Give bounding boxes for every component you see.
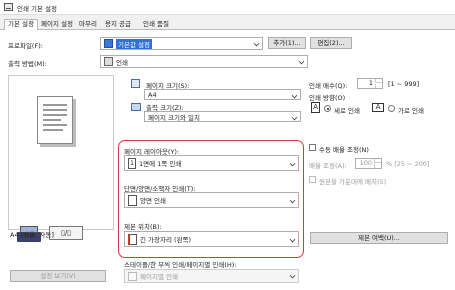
landscape-icon: A: [372, 103, 384, 112]
layout-icon: 1: [128, 157, 136, 169]
profile-icon: [104, 39, 113, 48]
output-label: 출력 방법(M):: [8, 60, 47, 68]
scale-label: 배율 조정(A):: [309, 162, 347, 170]
binding-edge-icon: [128, 233, 137, 245]
output-size-icon: [131, 101, 142, 112]
binding-margin-button[interactable]: 제본 여백(U)...: [310, 232, 448, 244]
landscape-radio[interactable]: [388, 105, 395, 112]
spin-up-button[interactable]: [375, 79, 382, 83]
page-size-select[interactable]: A4: [144, 89, 301, 100]
center-checkbox[interactable]: [309, 176, 316, 183]
portrait-radio[interactable]: [324, 105, 331, 112]
spin-up-button[interactable]: [374, 159, 381, 163]
staple-select[interactable]: 페이지별 인쇄: [124, 269, 299, 283]
profile-select[interactable]: 기본값 설정: [100, 37, 263, 50]
copies-range: [1 ~ 999]: [388, 80, 420, 88]
add-profile-button[interactable]: 추가(1)...: [268, 37, 306, 49]
chevron-down-icon: [290, 273, 295, 278]
manual-scale-label: 수동 배율 조정(N): [319, 146, 369, 154]
staple-label: 스테이플/한 부씩 인쇄/페이지별 인쇄(H):: [124, 261, 237, 269]
chevron-down-icon: [290, 198, 295, 203]
scale-range: % [25 ~ 200]: [386, 160, 430, 168]
profile-label: 프로파일(F):: [8, 42, 43, 50]
tab-quality[interactable]: 인쇄 품질: [140, 20, 172, 30]
chevron-down-icon: [290, 161, 295, 166]
layout-value: 1면에 1쪽 인쇄: [139, 160, 182, 168]
tab-paper-source[interactable]: 용지 공급: [102, 20, 134, 30]
copies-value: 1: [368, 79, 373, 87]
chevron-down-icon: [290, 237, 295, 242]
landscape-label: 가로 인쇄: [398, 107, 424, 115]
scale-value: 100: [359, 159, 372, 167]
duplex-value: 양면 인쇄: [140, 197, 166, 205]
portrait-icon: A: [311, 102, 320, 113]
orientation-label: 인쇄 방향(O): [309, 94, 346, 102]
duplex-icon: [128, 194, 137, 206]
manual-scale-checkbox[interactable]: [309, 144, 316, 151]
title-bar: 인쇄 기본 설정: [0, 0, 455, 15]
spin-down-button[interactable]: [375, 84, 382, 88]
tab-bar: 기본 설정 페이지 설정 마무리 용지 공급 인쇄 품질: [0, 17, 455, 31]
chevron-down-icon: [254, 41, 259, 46]
chevron-down-icon: [299, 59, 304, 64]
output-method-select[interactable]: 인쇄: [100, 55, 308, 68]
scale-spinner[interactable]: 100: [355, 158, 382, 169]
tab-finishing[interactable]: 마무리: [76, 20, 100, 30]
output-value: 인쇄: [116, 58, 128, 67]
duplex-select[interactable]: 양면 인쇄: [124, 192, 299, 208]
profile-value: 기본값 설정: [116, 38, 152, 49]
copies-label: 인쇄 매수(Q):: [309, 82, 348, 90]
output-size-value: 페이지 크기와 일치: [148, 113, 200, 122]
preview-caption: A4 [배율: 자동]: [10, 231, 54, 239]
preview-pane: ▯/▯: [8, 75, 114, 242]
page-size-icon: [131, 79, 142, 89]
window-title: 인쇄 기본 설정: [17, 5, 58, 13]
binding-select[interactable]: 긴 가장자리 (왼쪽): [124, 231, 299, 247]
main-panel: 프로파일(F): 기본값 설정 추가(1)... 편집(2)... 출력 방법(…: [0, 30, 455, 290]
chevron-down-icon: [292, 93, 297, 98]
copies-spinner[interactable]: 1: [357, 78, 383, 89]
edit-profile-button[interactable]: 편집(2)...: [310, 37, 352, 49]
output-size-select[interactable]: 페이지 크기와 일치: [144, 111, 301, 122]
portrait-label: 세로 인쇄: [334, 107, 360, 115]
tab-page-setup[interactable]: 페이지 설정: [38, 20, 76, 30]
duplex-mode-icon: ▯/▯: [49, 226, 83, 240]
spin-down-button[interactable]: [374, 164, 381, 168]
center-label: 원본을 가운데에 배치(5): [319, 178, 387, 186]
chevron-down-icon: [292, 115, 297, 120]
binding-label: 제본 위치(B):: [124, 223, 162, 231]
binding-value: 긴 가장자리 (왼쪽): [140, 236, 192, 244]
collate-icon: [128, 271, 137, 281]
view-settings-button[interactable]: 설정 보기(V): [10, 270, 106, 282]
printer-icon: [104, 57, 113, 66]
page-preview-icon: [37, 96, 73, 144]
printer-icon: [4, 3, 13, 11]
layout-select[interactable]: 1 1면에 1쪽 인쇄: [124, 155, 299, 171]
staple-value: 페이지별 인쇄: [140, 273, 178, 281]
page-size-value: A4: [148, 90, 157, 99]
